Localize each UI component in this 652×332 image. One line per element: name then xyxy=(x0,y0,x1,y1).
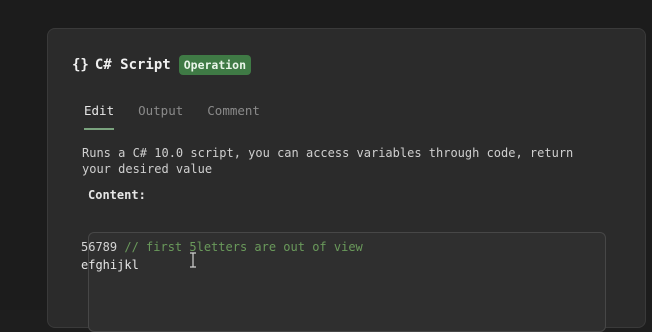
code-braces-icon: {} xyxy=(72,57,89,73)
tab-output[interactable]: Output xyxy=(138,103,183,130)
code-comment: // first 5letters are out of view xyxy=(117,240,363,254)
script-description: Runs a C# 10.0 script, you can access va… xyxy=(82,146,574,176)
content-label: Content: xyxy=(88,188,146,202)
node-header: {} C# Script Operation xyxy=(72,55,252,75)
code-line-1: 56789 xyxy=(81,240,118,254)
code-editor[interactable]: 56789 // first 5letters are out of view … xyxy=(81,232,606,332)
text-cursor-icon xyxy=(190,252,196,268)
code-line-2: efghijkl xyxy=(81,258,139,272)
code-text[interactable]: 56789 // first 5letters are out of view … xyxy=(81,238,363,274)
script-node-panel: {} C# Script Operation Edit Output Comme… xyxy=(47,28,646,332)
node-title: C# Script xyxy=(94,57,171,73)
operation-badge: Operation xyxy=(178,55,252,75)
tab-comment[interactable]: Comment xyxy=(207,103,260,130)
tab-edit[interactable]: Edit xyxy=(84,103,115,130)
tab-bar: Edit Output Comment xyxy=(84,103,260,130)
